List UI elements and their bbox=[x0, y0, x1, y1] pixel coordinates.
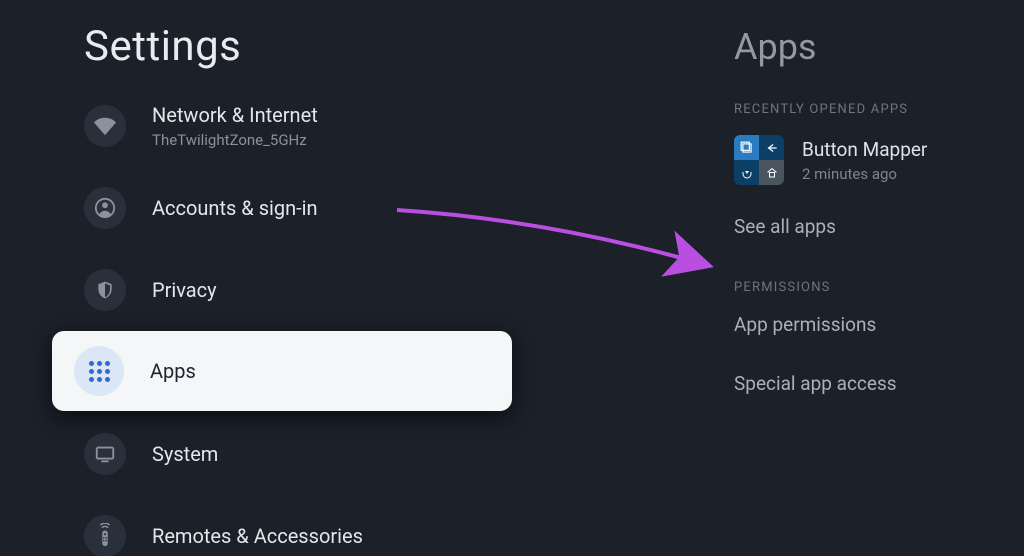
menu-item-network[interactable]: Network & Internet TheTwilightZone_5GHz bbox=[0, 91, 560, 161]
page-title: Settings bbox=[84, 22, 560, 71]
menu-item-system[interactable]: System bbox=[0, 419, 560, 489]
menu-item-label: Privacy bbox=[152, 278, 217, 302]
recent-app-time: 2 minutes ago bbox=[802, 165, 927, 183]
menu-item-label: Apps bbox=[150, 359, 196, 383]
tv-icon bbox=[84, 433, 126, 475]
settings-list: Settings Network & Internet TheTwilightZ… bbox=[0, 0, 560, 556]
see-all-apps-link[interactable]: See all apps bbox=[734, 215, 1024, 238]
wifi-icon bbox=[84, 105, 126, 147]
special-app-access-link[interactable]: Special app access bbox=[734, 372, 1024, 395]
menu-item-label: Accounts & sign-in bbox=[152, 196, 318, 220]
menu-item-remotes[interactable]: Remotes & Accessories bbox=[0, 501, 560, 556]
menu-item-sublabel: TheTwilightZone_5GHz bbox=[152, 131, 318, 149]
recent-app-item[interactable]: Button Mapper 2 minutes ago bbox=[734, 135, 1024, 185]
shield-icon bbox=[84, 269, 126, 311]
detail-title: Apps bbox=[734, 26, 1024, 68]
apps-icon bbox=[74, 346, 124, 396]
menu-item-apps[interactable]: Apps bbox=[52, 331, 512, 411]
menu-item-privacy[interactable]: Privacy bbox=[0, 255, 560, 325]
remote-icon bbox=[84, 515, 126, 556]
recent-app-name: Button Mapper bbox=[802, 138, 927, 161]
apps-detail-pane: Apps Recently opened apps Button Mapper … bbox=[720, 0, 1024, 431]
app-permissions-link[interactable]: App permissions bbox=[734, 313, 1024, 336]
menu-item-accounts[interactable]: Accounts & sign-in bbox=[0, 173, 560, 243]
account-icon bbox=[84, 187, 126, 229]
menu-item-label: System bbox=[152, 442, 218, 466]
app-icon-button-mapper bbox=[734, 135, 784, 185]
menu-item-label: Network & Internet bbox=[152, 103, 318, 127]
permissions-header: Permissions bbox=[734, 280, 1024, 295]
recently-opened-header: Recently opened apps bbox=[734, 102, 1024, 117]
menu-item-label: Remotes & Accessories bbox=[152, 524, 363, 548]
